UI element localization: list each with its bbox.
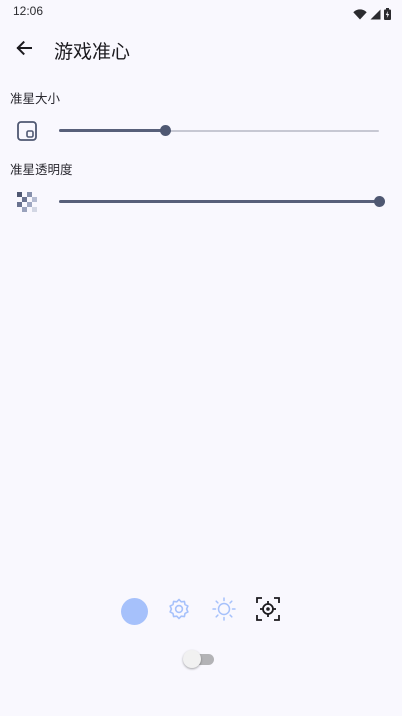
crosshair-transparency-label: 准星透明度 [10,162,73,177]
crosshair-size-label: 准星大小 [10,91,61,106]
mode-selector [0,593,402,629]
slider-thumb[interactable] [159,125,171,136]
status-icons [353,5,391,24]
color-mode-button[interactable] [119,596,149,626]
crosshair-icon [254,595,282,627]
arrow-left-icon [15,39,33,61]
signal-icon [370,5,381,24]
back-button[interactable] [10,36,38,64]
crosshair-size-icon [14,118,40,144]
battery-charging-icon [384,5,391,24]
status-bar: 12:06 [0,0,402,24]
gear-icon [166,596,192,626]
brightness-mode-button[interactable] [209,596,239,626]
slider-fill [59,129,165,132]
crosshair-toggle-switch[interactable] [183,650,215,668]
slider-thumb[interactable] [373,196,385,207]
status-time: 12:06 [13,4,44,18]
transparency-checker-icon [14,189,40,215]
toggle-thumb[interactable] [183,650,201,668]
page-title: 游戏准心 [54,41,131,63]
settings-mode-button[interactable] [164,596,194,626]
crosshair-transparency-slider[interactable] [59,196,385,208]
color-dot-icon [120,597,148,625]
slider-fill [59,200,379,203]
wifi-icon [353,5,367,24]
sun-icon [211,596,237,626]
app-bar: 游戏准心 [0,26,402,74]
crosshair-mode-button[interactable] [253,596,283,626]
crosshair-size-slider[interactable] [59,125,379,137]
